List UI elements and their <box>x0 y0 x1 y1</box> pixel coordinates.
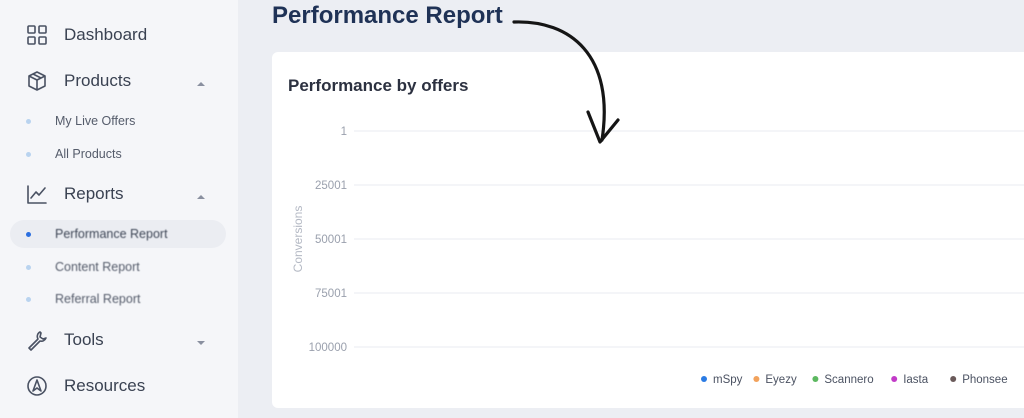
chart-line-icon <box>26 183 48 205</box>
legend-dot <box>753 376 760 382</box>
legend-item[interactable]: Phonsee <box>950 374 1008 386</box>
chevron-up-icon[interactable] <box>196 189 206 199</box>
performance-chart: 1 25001 50001 75001 100000 Conversions mSpy Eye… <box>291 126 1024 386</box>
sidebar-subitem-content-report[interactable]: Content Report <box>22 253 226 281</box>
sidebar: Dashboard Products My Live Offers All Pr… <box>0 0 238 418</box>
y-tick-label: 25001 <box>315 180 347 192</box>
legend-dot <box>812 376 819 382</box>
sidebar-item-products[interactable]: Products <box>26 66 131 96</box>
legend-dot <box>891 376 898 382</box>
sidebar-item-dashboard[interactable]: Dashboard <box>26 20 147 50</box>
y-tick-label: 50001 <box>315 234 347 246</box>
y-tick-label: 1 <box>341 126 347 138</box>
legend-item[interactable]: mSpy <box>701 374 743 386</box>
legend-label: Iasta <box>903 374 929 386</box>
legend-label: Scannero <box>824 374 873 386</box>
sidebar-subitem-performance-report[interactable]: Performance Report <box>10 220 226 248</box>
sidebar-subitem-label: All Products <box>55 147 122 161</box>
legend-item[interactable]: Iasta <box>891 374 929 386</box>
sidebar-subitem-all-products[interactable]: All Products <box>22 140 226 168</box>
y-axis-label: Conversions <box>291 206 305 273</box>
legend-dot <box>950 376 957 382</box>
legend-label: mSpy <box>713 374 743 386</box>
grid-icon <box>26 24 48 46</box>
legend-item[interactable]: Eyezy <box>753 374 797 386</box>
sidebar-subitem-my-live-offers[interactable]: My Live Offers <box>22 107 226 135</box>
chevron-down-icon[interactable] <box>196 335 206 345</box>
page-title: Performance Report <box>272 2 503 29</box>
bullet-dot <box>26 118 31 124</box>
y-tick-label: 75001 <box>315 288 347 300</box>
sidebar-subitem-label: Content Report <box>55 260 140 274</box>
sidebar-subitem-label: Performance Report <box>55 227 168 241</box>
wrench-icon <box>26 329 48 351</box>
sidebar-subitem-referral-report[interactable]: Referral Report <box>22 285 226 313</box>
legend-dot <box>701 376 707 382</box>
chevron-up-icon[interactable] <box>196 76 206 86</box>
sidebar-item-label: Dashboard <box>64 25 148 44</box>
sidebar-subitem-label: My Live Offers <box>55 114 136 128</box>
bullet-dot <box>26 264 31 270</box>
legend-item[interactable]: Scannero <box>812 374 874 386</box>
compass-icon <box>26 375 48 397</box>
box-icon <box>26 70 48 92</box>
legend-label: Eyezy <box>765 374 797 386</box>
sidebar-subitem-label: Referral Report <box>55 292 141 306</box>
bullet-dot <box>26 231 31 237</box>
legend-label: Phonsee <box>962 374 1007 386</box>
bullet-dot <box>26 151 31 157</box>
sidebar-item-label: Tools <box>64 330 104 349</box>
sidebar-item-label: Products <box>64 71 132 90</box>
sidebar-item-reports[interactable]: Reports <box>26 179 124 209</box>
sidebar-item-resources[interactable]: Resources <box>26 371 145 401</box>
sidebar-item-label: Reports <box>64 184 124 203</box>
chart-card: Performance by offers 1 25001 50001 75001 10… <box>272 52 1024 408</box>
bullet-dot <box>26 296 31 302</box>
sidebar-item-tools[interactable]: Tools <box>26 325 104 355</box>
sidebar-item-label: Resources <box>64 376 146 395</box>
y-tick-label: 100000 <box>309 342 347 354</box>
